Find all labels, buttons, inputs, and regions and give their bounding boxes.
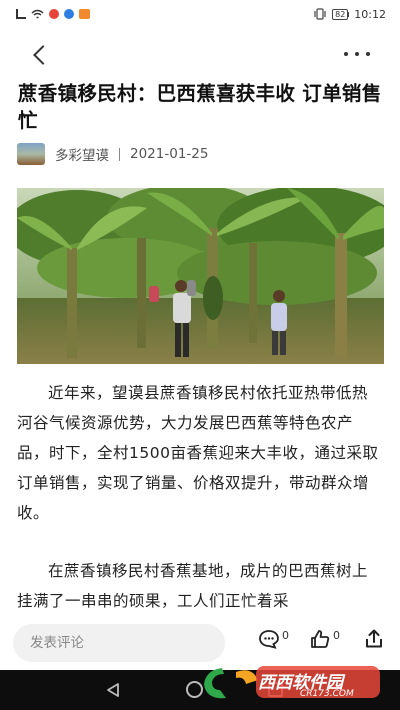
article-title: 蔗香镇移民村：巴西蕉喜获丰收 订单销售忙 bbox=[18, 82, 382, 132]
more-dots-icon[interactable] bbox=[344, 42, 370, 66]
share-button[interactable] bbox=[364, 628, 384, 658]
status-icons-right: 82 10:12 bbox=[314, 8, 386, 21]
dot bbox=[366, 52, 370, 56]
top-nav bbox=[0, 34, 400, 74]
article-meta: 多彩望谟 2021-01-25 bbox=[17, 142, 208, 166]
comment-count: 0 bbox=[282, 629, 289, 642]
comment-button[interactable]: 0 bbox=[258, 628, 289, 658]
like-button[interactable]: 0 bbox=[309, 628, 340, 658]
source-name[interactable]: 多彩望谟 bbox=[55, 144, 109, 164]
publish-date: 2021-01-25 bbox=[130, 146, 209, 162]
source-avatar[interactable] bbox=[17, 143, 45, 165]
status-time: 10:12 bbox=[354, 7, 386, 21]
article-paragraph: 近年来，望谟县蔗香镇移民村依托亚热带低热河谷气候资源优势，大力发展巴西蕉等特色农… bbox=[17, 384, 379, 522]
status-bar: 82 10:12 bbox=[0, 0, 400, 28]
share-icon bbox=[366, 629, 382, 648]
notification-icon bbox=[49, 9, 59, 19]
watermark-sub: CR173.COM bbox=[300, 689, 354, 699]
thumbs-up-icon bbox=[311, 630, 330, 648]
notification-icon bbox=[79, 9, 90, 19]
notification-icon bbox=[64, 9, 74, 19]
article-paragraph: 在蔗香镇移民村香蕉基地，成片的巴西蕉树上挂满了一串串的硕果，工人们正忙着采 bbox=[17, 562, 369, 610]
back-arrow-icon[interactable] bbox=[30, 40, 54, 68]
nav-back-icon[interactable] bbox=[105, 682, 121, 698]
comment-bubble-icon bbox=[259, 630, 279, 649]
signal-icon bbox=[16, 9, 26, 19]
dot bbox=[355, 52, 359, 56]
status-icons-left bbox=[16, 9, 90, 19]
comment-input[interactable] bbox=[13, 624, 225, 662]
article-hero-image[interactable] bbox=[17, 188, 384, 364]
dot bbox=[344, 52, 348, 56]
wifi-icon bbox=[31, 9, 44, 19]
like-count: 0 bbox=[333, 629, 340, 642]
vibrate-icon bbox=[314, 8, 326, 20]
meta-divider bbox=[119, 147, 120, 161]
banana-plantation-photo bbox=[17, 188, 384, 364]
battery-indicator: 82 bbox=[332, 8, 349, 20]
